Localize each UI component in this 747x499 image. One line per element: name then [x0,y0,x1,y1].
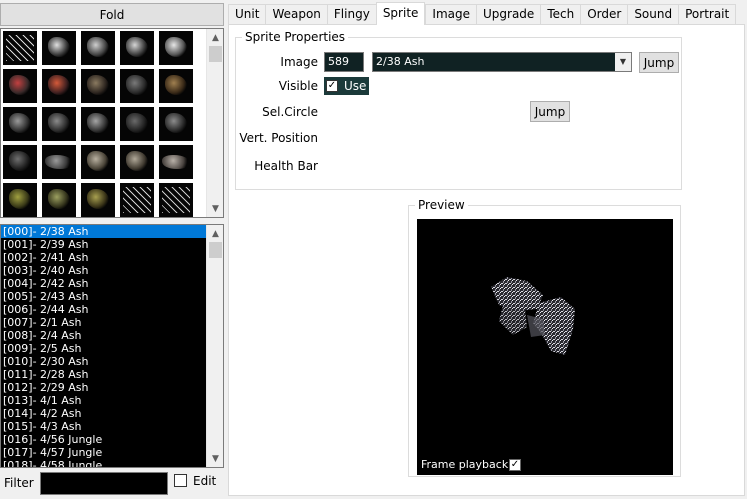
scroll-down-icon[interactable]: ▼ [207,200,223,217]
sprite-thumbnail[interactable] [159,69,193,103]
tab-sprite[interactable]: Sprite [375,2,426,25]
sprite-thumbnail[interactable] [3,69,37,103]
frame-playback-label: Frame playback [421,458,509,471]
sprite-list-item[interactable]: [017]- 4/57 Jungle [1,446,207,459]
sprite-list-item[interactable]: [003]- 2/40 Ash [1,264,207,277]
sprite-list-scrollbar[interactable]: ▲ ▼ [206,225,223,467]
scroll-up-icon[interactable]: ▲ [207,29,223,46]
sprite-thumbnail[interactable] [159,145,193,179]
tab-sound[interactable]: Sound [627,4,679,25]
sprite-list-item[interactable]: [006]- 2/44 Ash [1,303,207,316]
sprite-list-item[interactable]: [000]- 2/38 Ash [1,225,207,238]
sprite-thumbnail[interactable] [81,69,115,103]
scroll-down-icon[interactable]: ▼ [207,450,223,467]
sprite-thumbnail[interactable] [81,145,115,179]
sprite-thumbnail-grid: ▲ ▼ [0,28,224,218]
preview-title: Preview [415,198,468,212]
sprite-thumbnail[interactable] [3,183,37,217]
sprite-thumbnail[interactable] [120,145,154,179]
sprite-thumbnail[interactable] [42,183,76,217]
sprite-list-item[interactable]: [016]- 4/56 Jungle [1,433,207,446]
fold-button[interactable]: Fold [0,3,224,26]
sprite-list-box: [000]- 2/38 Ash [001]- 2/39 Ash [002]- 2/4… [0,224,224,468]
sprite-thumbnail[interactable] [42,107,76,141]
scroll-up-icon[interactable]: ▲ [207,225,223,242]
tab-order[interactable]: Order [580,4,628,25]
sprite-list-item[interactable]: [004]- 2/42 Ash [1,277,207,290]
edit-label: Edit [193,474,217,488]
sprite-thumbnail[interactable] [159,107,193,141]
sprite-thumbnail[interactable] [81,31,115,65]
check-icon[interactable]: ✓ [326,80,338,92]
sprite-thumbnail[interactable] [159,31,193,65]
tab-flingy[interactable]: Flingy [326,4,376,25]
sprite-preview-canvas: Frame playback ✓ [417,219,673,475]
sprite-list-item[interactable]: [012]- 2/29 Ash [1,381,207,394]
tab-image[interactable]: Image [425,4,476,25]
sprite-thumbnail[interactable] [3,31,37,65]
visible-use-checkbox[interactable]: ✓ Use [324,77,369,95]
image-number-field[interactable]: 589 [324,52,364,72]
sel-circle-label: Sel.Circle [262,105,318,119]
sprite-properties-title: Sprite Properties [242,30,349,44]
filter-label: Filter [4,476,34,490]
sprite-list-item[interactable]: [009]- 2/5 Ash [1,342,207,355]
tab-upgrade[interactable]: Upgrade [476,4,541,25]
image-label: Image [280,55,318,69]
sprite-list-item[interactable]: [015]- 4/3 Ash [1,420,207,433]
tab-strip: Unit Weapon Flingy Sprite Image Upgrade Tech Or… [228,2,737,25]
tab-weapon[interactable]: Weapon [265,4,327,25]
thumbnail-container [3,31,203,217]
sprite-properties-group: Sprite Properties Image 589 2/38 Ash ▼ J… [235,30,682,190]
chevron-down-icon[interactable]: ▼ [615,53,631,71]
sprite-thumbnail[interactable] [42,145,76,179]
sprite-list-item[interactable]: [018]- 4/58 Jungle [1,459,207,467]
sprite-thumbnail[interactable] [120,69,154,103]
sprite-list-item[interactable]: [005]- 2/43 Ash [1,290,207,303]
sprite-thumbnail[interactable] [159,183,193,217]
sprite-list-item[interactable]: [014]- 4/2 Ash [1,407,207,420]
ash-rock-sprite [491,277,575,355]
frame-playback-checkbox[interactable]: ✓ [509,459,521,471]
edit-checkbox[interactable] [174,474,187,487]
sprite-thumbnail[interactable] [81,183,115,217]
visible-label: Visible [278,79,318,93]
sel-circle-jump-button[interactable]: Jump [530,101,570,122]
vert-position-label: Vert. Position [239,131,318,145]
image-jump-button[interactable]: Jump [639,52,679,73]
sprite-list: [000]- 2/38 Ash [001]- 2/39 Ash [002]- 2/4… [1,225,207,467]
sprite-list-item[interactable]: [010]- 2/30 Ash [1,355,207,368]
sprite-list-item[interactable]: [011]- 2/28 Ash [1,368,207,381]
sprite-list-item[interactable]: [001]- 2/39 Ash [1,238,207,251]
sprite-thumbnail[interactable] [120,183,154,217]
use-label: Use [344,79,367,93]
sprite-thumbnail[interactable] [3,145,37,179]
sprite-tab-page: Sprite Properties Image 589 2/38 Ash ▼ J… [228,24,745,496]
tab-portrait[interactable]: Portrait [678,4,737,25]
tab-tech[interactable]: Tech [540,4,581,25]
sprite-list-item[interactable]: [002]- 2/41 Ash [1,251,207,264]
image-select-value: 2/38 Ash [376,55,425,68]
image-select[interactable]: 2/38 Ash ▼ [372,52,632,72]
sprite-list-item[interactable]: [013]- 4/1 Ash [1,394,207,407]
health-bar-label: Health Bar [254,159,318,173]
sprite-list-item[interactable]: [007]- 2/1 Ash [1,316,207,329]
sprite-thumbnail[interactable] [81,107,115,141]
preview-group: Preview Frame playback ✓ [408,198,681,477]
sprite-thumbnail[interactable] [42,31,76,65]
scrollbar-thumb[interactable] [209,242,222,258]
sprite-thumbnail[interactable] [3,107,37,141]
sprite-list-item[interactable]: [008]- 2/4 Ash [1,329,207,342]
sprite-thumbnail[interactable] [120,31,154,65]
filter-input[interactable] [40,472,168,495]
sprite-thumbnail[interactable] [120,107,154,141]
tab-unit[interactable]: Unit [228,4,266,25]
sprite-thumbnail[interactable] [42,69,76,103]
